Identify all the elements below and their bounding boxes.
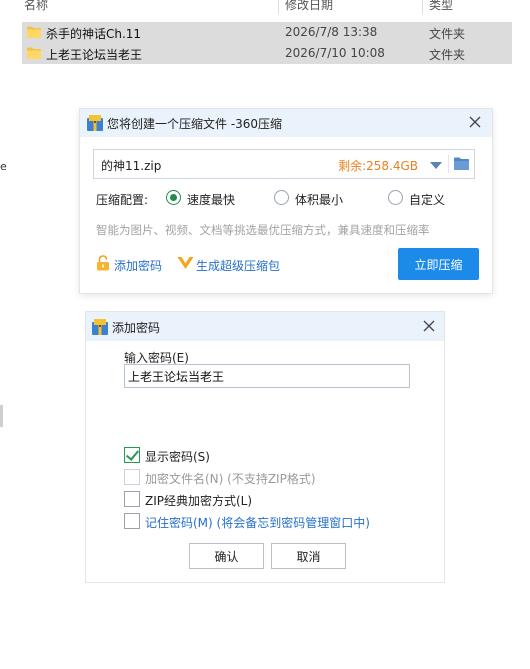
compress-dialog: 您将创建一个压缩文件 -360压缩 的神11.zip 剩余:258.4GB 压缩… xyxy=(80,109,492,293)
folder-icon xyxy=(27,26,41,38)
column-divider[interactable] xyxy=(278,0,279,14)
add-password-link[interactable]: 添加密码 xyxy=(114,257,162,274)
file-type: 文件夹 xyxy=(429,48,466,62)
option-label: ZIP经典加密方式(L) xyxy=(145,494,253,508)
checkbox[interactable] xyxy=(124,491,140,507)
file-name: 上老王论坛当老王 xyxy=(46,48,143,62)
option-label: 加密文件名(N) (不支持ZIP格式) xyxy=(145,472,316,486)
radio-label: 速度最快 xyxy=(187,193,236,207)
password-dialog: 添加密码 输入密码(E) 显示密码(S) 加密文件名(N) (不支持ZIP格式)… xyxy=(86,312,444,582)
checkbox xyxy=(124,469,140,485)
close-icon[interactable] xyxy=(466,113,484,131)
360zip-app-icon xyxy=(92,319,108,335)
password-dialog-titlebar[interactable]: 添加密码 xyxy=(86,312,444,341)
free-space-label: 剩余:258.4GB xyxy=(338,159,418,173)
radio-button[interactable] xyxy=(274,190,289,205)
super-zip-link[interactable]: 生成超级压缩包 xyxy=(196,257,280,274)
chevron-down-icon[interactable] xyxy=(430,162,442,169)
lock-icon[interactable] xyxy=(96,255,110,271)
checkbox[interactable] xyxy=(124,447,140,463)
password-input[interactable] xyxy=(124,364,410,388)
compress-dialog-titlebar[interactable]: 您将创建一个压缩文件 -360压缩 xyxy=(80,109,492,137)
compress-dialog-title: 您将创建一个压缩文件 -360压缩 xyxy=(107,117,283,131)
close-icon[interactable] xyxy=(420,317,438,335)
file-list-header: 名称 修改日期 类型 xyxy=(0,0,530,14)
column-divider[interactable] xyxy=(422,0,423,14)
mode-label: 压缩配置: xyxy=(96,193,149,207)
archive-filename[interactable]: 的神11.zip xyxy=(101,157,161,174)
archive-path-field[interactable]: 的神11.zip 剩余:258.4GB xyxy=(93,149,475,179)
checkbox[interactable] xyxy=(124,513,140,529)
mode-hint: 智能为图片、视频、文档等挑选最优压缩方式，兼具速度和压缩率 xyxy=(96,223,430,237)
left-scroll-marker xyxy=(0,405,3,427)
file-date: 2026/7/10 10:08 xyxy=(285,46,385,60)
radio-button[interactable] xyxy=(166,190,181,205)
password-dialog-title: 添加密码 xyxy=(112,321,161,335)
file-row[interactable]: 杀手的神话Ch.11 2026/7/8 13:38 文件夹 xyxy=(22,22,512,43)
browse-folder-icon[interactable] xyxy=(454,157,469,170)
cancel-button[interactable]: 取消 xyxy=(271,543,346,569)
radio-button[interactable] xyxy=(388,190,403,205)
file-type: 文件夹 xyxy=(429,27,466,41)
folder-icon xyxy=(27,47,41,59)
confirm-button[interactable]: 确认 xyxy=(189,543,264,569)
divider xyxy=(448,155,449,173)
compress-now-button[interactable]: 立即压缩 xyxy=(398,248,479,280)
file-name: 杀手的神话Ch.11 xyxy=(46,27,142,41)
option-label: 记住密码(M) (将会备忘到密码管理窗口中) xyxy=(145,516,370,530)
radio-label: 自定义 xyxy=(409,193,446,207)
column-date[interactable]: 修改日期 xyxy=(285,0,333,13)
360zip-app-icon xyxy=(87,115,103,131)
option-label: 显示密码(S) xyxy=(145,450,210,464)
column-type[interactable]: 类型 xyxy=(429,0,453,13)
super-zip-v-icon[interactable] xyxy=(177,256,194,270)
column-name[interactable]: 名称 xyxy=(24,0,48,13)
file-date: 2026/7/8 13:38 xyxy=(285,25,378,39)
radio-label: 体积最小 xyxy=(295,193,344,207)
clipped-text: e xyxy=(0,160,7,173)
file-row[interactable]: 上老王论坛当老王 2026/7/10 10:08 文件夹 xyxy=(22,43,512,64)
